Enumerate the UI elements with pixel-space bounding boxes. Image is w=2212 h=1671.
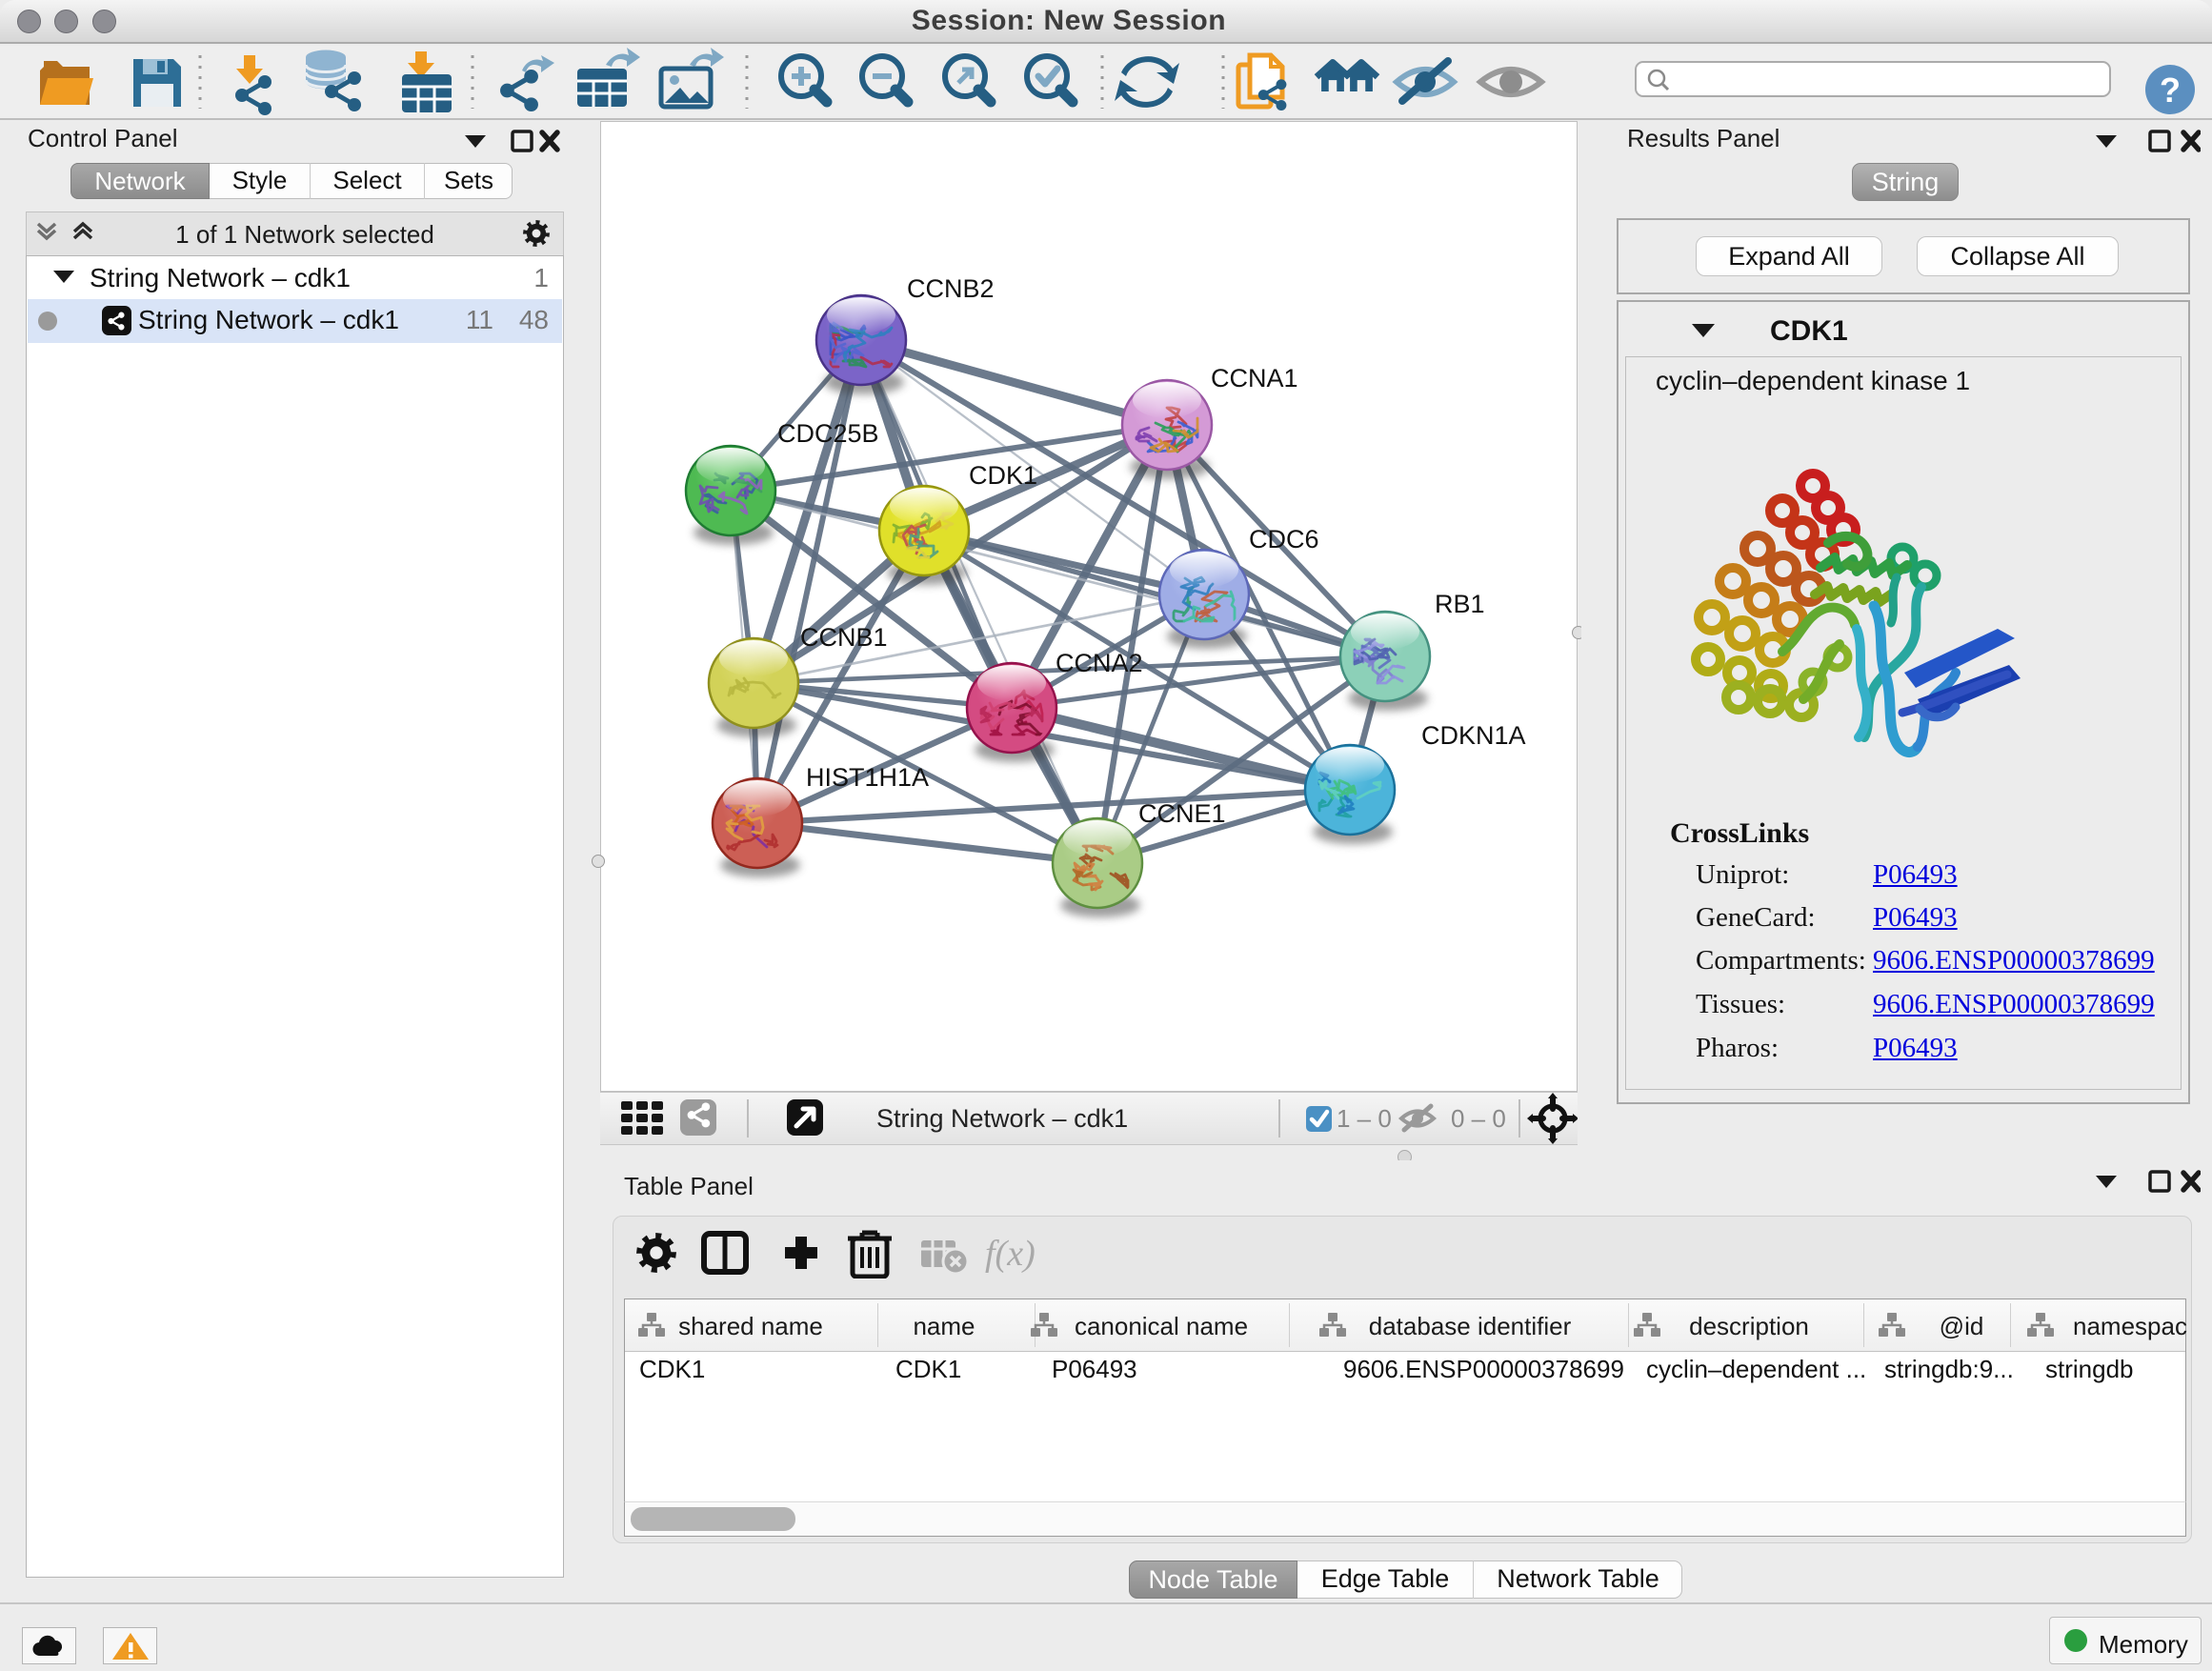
svg-text:HIST1H1A: HIST1H1A [806, 763, 929, 792]
svg-text:shared name: shared name [678, 1312, 823, 1340]
svg-text:database identifier: database identifier [1369, 1312, 1572, 1340]
svg-text:CDC6: CDC6 [1249, 525, 1319, 554]
svg-text:name: name [913, 1312, 975, 1340]
svg-text:CDK1: CDK1 [969, 461, 1037, 490]
svg-text:CCNA2: CCNA2 [1056, 649, 1143, 677]
svg-text:CDKN1A: CDKN1A [1421, 721, 1526, 750]
svg-text:canonical name: canonical name [1075, 1312, 1248, 1340]
svg-text:@id: @id [1940, 1312, 1984, 1340]
svg-text:0 – 0: 0 – 0 [1451, 1104, 1506, 1133]
svg-text:description: description [1689, 1312, 1809, 1340]
svg-text:CDC25B: CDC25B [777, 419, 879, 448]
svg-text:CCNA1: CCNA1 [1211, 364, 1298, 393]
svg-text:1 – 0: 1 – 0 [1337, 1104, 1392, 1133]
svg-text:CCNB1: CCNB1 [800, 623, 888, 652]
svg-text:namespac: namespac [2073, 1312, 2187, 1340]
svg-text:f(x): f(x) [985, 1234, 1036, 1274]
svg-text:String Network – cdk1: String Network – cdk1 [876, 1104, 1128, 1133]
svg-text:CCNB2: CCNB2 [907, 274, 995, 303]
svg-text:RB1: RB1 [1435, 590, 1485, 618]
svg-text:CCNE1: CCNE1 [1138, 799, 1226, 828]
